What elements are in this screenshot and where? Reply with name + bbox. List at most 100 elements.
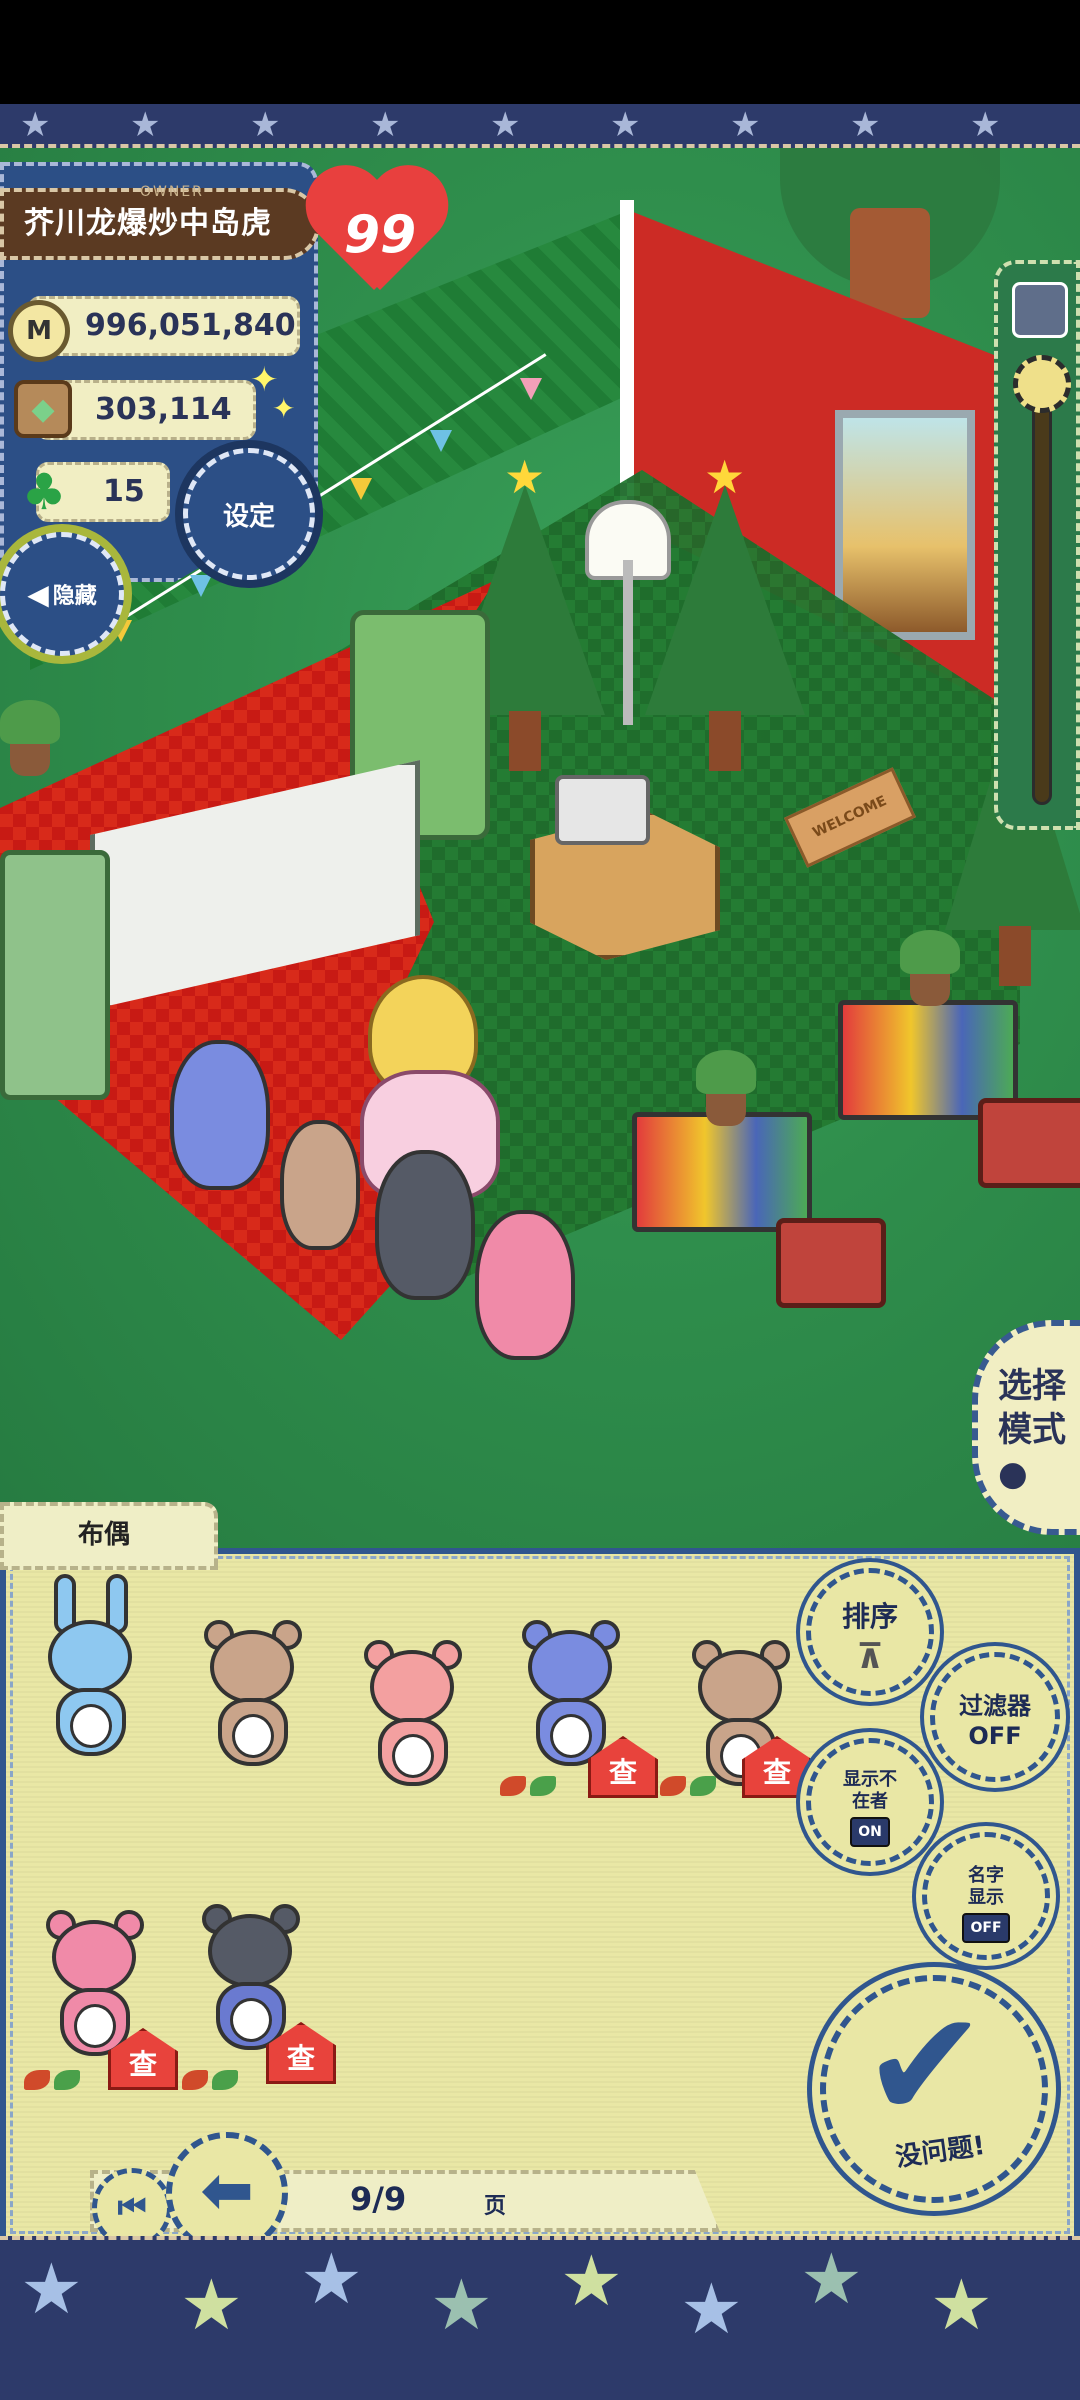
food-basket-icon: ◆ (14, 380, 72, 438)
show-name-switch: OFF (962, 1913, 1010, 1943)
doll-belly (392, 1734, 434, 1778)
show-absent-label: 显示不在者 (843, 1769, 897, 1812)
star-icon: ★ (704, 450, 746, 504)
star-icon: ★ (930, 2264, 993, 2346)
star-icon: ★ (504, 450, 546, 504)
zoom-slider-knob[interactable] (1013, 355, 1071, 413)
doll-belly (232, 1714, 274, 1758)
doll-head (698, 1650, 782, 1724)
red-stool[interactable] (978, 1098, 1080, 1188)
potted-plant[interactable] (900, 930, 960, 1010)
check-icon: ✔ (862, 1979, 988, 2153)
doll-belly (230, 1998, 272, 2042)
star-icon: ★ (20, 2248, 83, 2330)
block-table[interactable] (632, 1112, 812, 1232)
show-absent-toggle[interactable]: 显示不在者 ON (806, 1738, 934, 1866)
filter-button-label: 过滤器OFF (959, 1692, 1031, 1750)
doll-head (370, 1650, 454, 1724)
select-mode-label: 选择模式 (998, 1366, 1066, 1450)
star-icon: ★ (300, 2238, 363, 2320)
clover-value: 15 (103, 474, 145, 509)
outside-tree-trunk (850, 208, 930, 318)
star-icon: ★ (730, 105, 761, 145)
claw-icon: ⊼ (856, 1637, 884, 1677)
mouse-icon: ● (998, 1454, 1028, 1494)
zoom-cube-icon (1012, 282, 1068, 338)
bunting-flag (520, 378, 542, 400)
doll-head (528, 1630, 612, 1704)
prev-page-icon: ⬅ (200, 2154, 254, 2228)
owner-label: OWNER (140, 184, 204, 200)
star-icon: ★ (560, 2240, 623, 2322)
arrow-left-icon: ◀ (27, 577, 49, 611)
level-value: 99 (343, 205, 417, 265)
zoom-slider-track[interactable] (1032, 370, 1052, 805)
potted-plant[interactable] (696, 1050, 756, 1130)
fox-doll[interactable] (280, 1120, 360, 1250)
star-border-top: ★ ★ ★ ★ ★ ★ ★ ★ ★ (0, 104, 1080, 148)
star-icon: ★ (430, 2264, 493, 2346)
floor-lamp-pole (623, 560, 633, 725)
select-mode-button[interactable]: 选择模式 ● (972, 1320, 1080, 1535)
hide-button-label: 隐藏 (52, 584, 97, 609)
star-icon: ★ (490, 105, 521, 145)
star-icon: ★ (850, 105, 881, 145)
filter-button[interactable]: 过滤器OFF (930, 1652, 1060, 1782)
sort-button[interactable]: 排序 ⊼ (806, 1568, 934, 1696)
star-icon: ★ (180, 2264, 243, 2346)
gray-bear-doll[interactable] (375, 1150, 475, 1300)
hide-button[interactable]: ◀ 隐藏 (0, 532, 124, 656)
status-bar-area (0, 0, 1080, 104)
show-absent-switch: ON (850, 1817, 890, 1847)
leaf-icon (24, 2066, 84, 2096)
show-name-label: 名字显示 (968, 1865, 1004, 1908)
star-icon: ★ (680, 2268, 743, 2350)
christmas-tree[interactable] (645, 485, 805, 771)
m-coin-icon: M (8, 300, 70, 362)
sparkle-icon: ✦ (272, 392, 296, 425)
pink-bear-doll[interactable] (475, 1210, 575, 1360)
sort-button-label: 排序 (841, 1600, 898, 1633)
red-stool[interactable] (776, 1218, 886, 1308)
doll-item-pink-bear-small[interactable] (352, 1640, 462, 1800)
page-indicator: 9/9 (350, 2180, 407, 2218)
doll-head (48, 1620, 132, 1694)
doll-head (210, 1630, 294, 1704)
leaf-icon (182, 2066, 242, 2096)
star-icon: ★ (800, 2238, 863, 2320)
star-icon: ★ (130, 105, 161, 145)
page-suffix: 页 (484, 2194, 507, 2219)
bunting-flag (350, 478, 372, 500)
star-icon: ★ (370, 105, 401, 145)
panel-tab-dolls[interactable]: 布偶 (0, 1502, 218, 1570)
confirm-button[interactable]: ✔ 没问题! (820, 1975, 1048, 2203)
doll-item-blue-rabbit[interactable] (30, 1574, 150, 1770)
potted-plant[interactable] (0, 700, 60, 780)
first-page-icon: ⏮ (117, 2188, 147, 2226)
star-icon: ★ (970, 105, 1001, 145)
rainbow-bear-doll[interactable] (170, 1040, 270, 1190)
doll-head (52, 1920, 136, 1994)
star-border-bottom: ★ ★ ★ ★ ★ ★ ★ ★ (0, 2236, 1080, 2400)
food-value: 303,114 (95, 392, 232, 427)
doll-belly (74, 2004, 116, 2048)
doll-belly (70, 1704, 112, 1748)
clover-icon: ♣ (21, 463, 67, 521)
star-icon: ★ (610, 105, 641, 145)
bunting-flag (430, 430, 452, 452)
doll-item-fox[interactable] (192, 1620, 312, 1780)
star-icon: ★ (250, 105, 281, 145)
leaf-icon (500, 1772, 560, 1802)
money-value: 996,051,840 (85, 308, 296, 343)
m-coin-letter: M (26, 316, 52, 346)
glass-door (835, 410, 975, 640)
cash-register[interactable] (555, 775, 650, 845)
bunting-flag (190, 575, 212, 597)
leaf-icon (660, 1772, 720, 1802)
kitchen-cabinet[interactable] (0, 850, 110, 1100)
doll-belly (550, 1714, 592, 1758)
doll-head (208, 1914, 292, 1988)
settings-button[interactable]: 设定 (183, 448, 315, 580)
show-name-toggle[interactable]: 名字显示 OFF (922, 1832, 1050, 1960)
star-icon: ★ (20, 105, 51, 145)
